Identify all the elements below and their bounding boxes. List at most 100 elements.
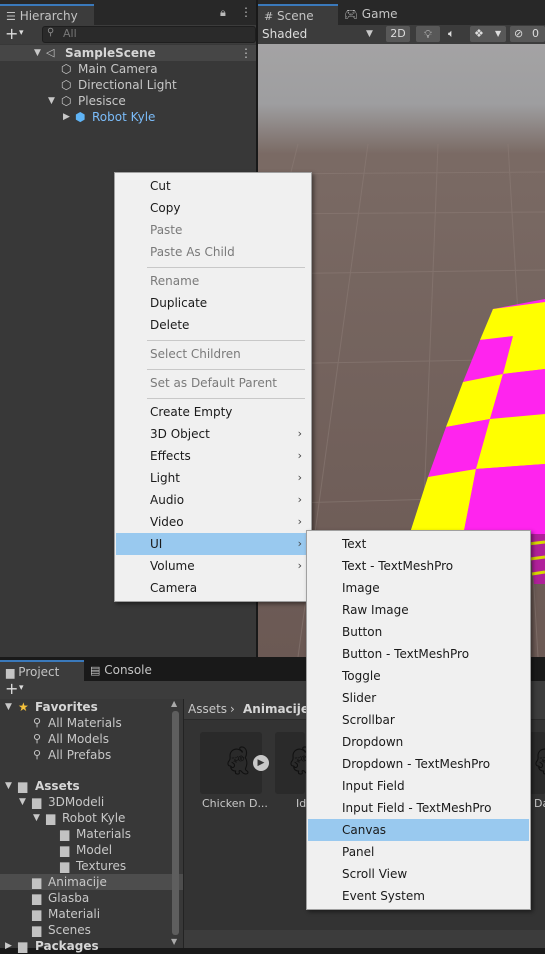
- hidden-count: 0: [532, 27, 539, 40]
- toggle-2d-button[interactable]: 2D: [386, 26, 410, 42]
- submenu-item-input-field[interactable]: Input Field: [308, 775, 529, 797]
- folder-icon: ▆: [60, 859, 70, 873]
- search-icon: ⚲: [47, 27, 55, 38]
- hierarchy-item-label: Main Camera: [78, 62, 158, 76]
- folder-item-textures[interactable]: ▆ Textures: [0, 858, 183, 874]
- submenu-item-image[interactable]: Image: [308, 577, 529, 599]
- submenu-item-dropdown[interactable]: Dropdown: [308, 731, 529, 753]
- menu-item-delete[interactable]: Delete: [116, 314, 310, 336]
- expand-asset-button[interactable]: ▶: [253, 755, 269, 771]
- collapse-arrow-icon: ▶: [63, 112, 70, 122]
- submenu-item-label: Dropdown: [342, 735, 404, 749]
- favorites-label: Favorites: [35, 700, 98, 714]
- submenu-item-label: Canvas: [342, 823, 387, 837]
- folder-item-robot-kyle[interactable]: ▼ ▆ Robot Kyle: [0, 810, 183, 826]
- folder-item-animacije[interactable]: ▆ Animacije: [0, 874, 183, 890]
- folder-icon: ▆: [32, 891, 42, 905]
- folder-icon: ▆: [46, 811, 56, 825]
- folder-icon: ▆: [18, 939, 28, 953]
- folder-item-packages[interactable]: ▶ ▆ Packages: [0, 938, 183, 954]
- scene-row[interactable]: ▼ ◁ SampleScene ⋮: [0, 45, 256, 61]
- tab-console[interactable]: ▤ Console: [84, 660, 158, 680]
- prefab-cube-icon: ⬢: [75, 110, 86, 124]
- hidden-objects-toggle[interactable]: ⊘ 0: [510, 26, 545, 42]
- menu-item-ui[interactable]: UI ›: [116, 533, 310, 555]
- menu-item-effects[interactable]: Effects ›: [116, 445, 310, 467]
- lighting-toggle-button[interactable]: 💡︎: [416, 26, 440, 42]
- tab-scene[interactable]: # Scene: [258, 4, 338, 27]
- menu-item-cut[interactable]: Cut: [116, 175, 310, 197]
- asset-tile[interactable]: 🕺︎: [275, 732, 319, 794]
- submenu-item-dropdown-tmp[interactable]: Dropdown - TextMeshPro: [308, 753, 529, 775]
- submenu-item-text-tmp[interactable]: Text - TextMeshPro: [308, 555, 529, 577]
- shading-mode-dropdown[interactable]: Shaded ▼: [258, 25, 378, 44]
- menu-item-light[interactable]: Light ›: [116, 467, 310, 489]
- breadcrumb-root[interactable]: Assets: [188, 699, 227, 719]
- add-asset-button[interactable]: +: [5, 679, 18, 698]
- submenu-item-button[interactable]: Button: [308, 621, 529, 643]
- submenu-item-label: Input Field: [342, 779, 405, 793]
- submenu-item-slider[interactable]: Slider: [308, 687, 529, 709]
- folder-label: 3DModeli: [48, 795, 105, 809]
- lightbulb-icon: 💡︎: [424, 28, 432, 41]
- submenu-item-scrollbar[interactable]: Scrollbar: [308, 709, 529, 731]
- project-tab-label: Project: [18, 665, 60, 679]
- chevron-down-icon[interactable]: ▾: [19, 683, 24, 693]
- menu-item-duplicate[interactable]: Duplicate: [116, 292, 310, 314]
- scroll-down-icon[interactable]: ▼: [171, 937, 177, 946]
- submenu-item-panel[interactable]: Panel: [308, 841, 529, 863]
- menu-item-3d-object[interactable]: 3D Object ›: [116, 423, 310, 445]
- folder-tree-scrollbar[interactable]: [172, 711, 179, 935]
- scene-options-icon[interactable]: ⋮: [240, 45, 252, 61]
- tab-game[interactable]: 🎮︎ Game: [338, 4, 404, 24]
- submenu-item-canvas[interactable]: Canvas: [308, 819, 529, 841]
- scroll-up-icon[interactable]: ▲: [171, 699, 177, 708]
- folder-item-3dmodeli[interactable]: ▼ ▆ 3DModeli: [0, 794, 183, 810]
- submenu-item-raw-image[interactable]: Raw Image: [308, 599, 529, 621]
- hierarchy-item-plesisce[interactable]: ▼ ⬡ Plesisce: [0, 93, 256, 109]
- chevron-down-icon[interactable]: ▾: [19, 28, 24, 38]
- menu-item-set-default-parent[interactable]: Set as Default Parent: [116, 372, 310, 394]
- hierarchy-item-main-camera[interactable]: ⬡ Main Camera: [0, 61, 256, 77]
- menu-item-audio[interactable]: Audio ›: [116, 489, 310, 511]
- menu-item-camera[interactable]: Camera: [116, 577, 310, 599]
- submenu-item-toggle[interactable]: Toggle: [308, 665, 529, 687]
- hierarchy-item-directional-light[interactable]: ⬡ Directional Light: [0, 77, 256, 93]
- more-options-icon[interactable]: ⋮: [240, 5, 252, 19]
- menu-item-volume[interactable]: Volume ›: [116, 555, 310, 577]
- folder-item-scenes[interactable]: ▆ Scenes: [0, 922, 183, 938]
- menu-separator: [147, 340, 305, 341]
- submenu-item-input-field-tmp[interactable]: Input Field - TextMeshPro: [308, 797, 529, 819]
- favorite-item[interactable]: ⚲ All Materials: [0, 715, 183, 731]
- submenu-item-button-tmp[interactable]: Button - TextMeshPro: [308, 643, 529, 665]
- favorite-item[interactable]: ⚲ All Prefabs: [0, 747, 183, 763]
- submenu-item-event-system[interactable]: Event System: [308, 885, 529, 907]
- menu-item-select-children[interactable]: Select Children: [116, 343, 310, 365]
- add-button[interactable]: +: [5, 24, 18, 43]
- audio-icon[interactable]: 🔈︎: [448, 27, 455, 41]
- folder-item-glasba[interactable]: ▆ Glasba: [0, 890, 183, 906]
- menu-item-video[interactable]: Video ›: [116, 511, 310, 533]
- hierarchy-search-field[interactable]: ⚲ All: [42, 26, 256, 43]
- favorite-item[interactable]: ⚲ All Models: [0, 731, 183, 747]
- folder-item-model[interactable]: ▆ Model: [0, 842, 183, 858]
- menu-item-rename[interactable]: Rename: [116, 270, 310, 292]
- folder-label: Animacije: [48, 875, 107, 889]
- submenu-item-scroll-view[interactable]: Scroll View: [308, 863, 529, 885]
- animation-figure-icon: 🕺︎: [220, 744, 256, 777]
- lock-icon[interactable]: 🔒︎: [220, 6, 226, 20]
- assets-header[interactable]: ▼ ▆ Assets: [0, 778, 183, 794]
- submenu-item-text[interactable]: Text: [308, 533, 529, 555]
- menu-item-create-empty[interactable]: Create Empty: [116, 401, 310, 423]
- folder-item-materiali[interactable]: ▆ Materiali: [0, 906, 183, 922]
- favorites-header[interactable]: ▼ ★ Favorites: [0, 699, 183, 715]
- menu-item-paste-as-child[interactable]: Paste As Child: [116, 241, 310, 263]
- hierarchy-item-robot-kyle[interactable]: ▶ ⬢ Robot Kyle: [0, 109, 256, 125]
- menu-item-paste[interactable]: Paste: [116, 219, 310, 241]
- submenu-arrow-icon: ›: [297, 515, 302, 528]
- menu-item-copy[interactable]: Copy: [116, 197, 310, 219]
- unity-scene-icon: ◁: [46, 46, 55, 59]
- folder-item-materials[interactable]: ▆ Materials: [0, 826, 183, 842]
- effects-toggle-button[interactable]: ❖ ▼: [470, 26, 506, 42]
- breadcrumb-current[interactable]: Animacije: [243, 699, 309, 719]
